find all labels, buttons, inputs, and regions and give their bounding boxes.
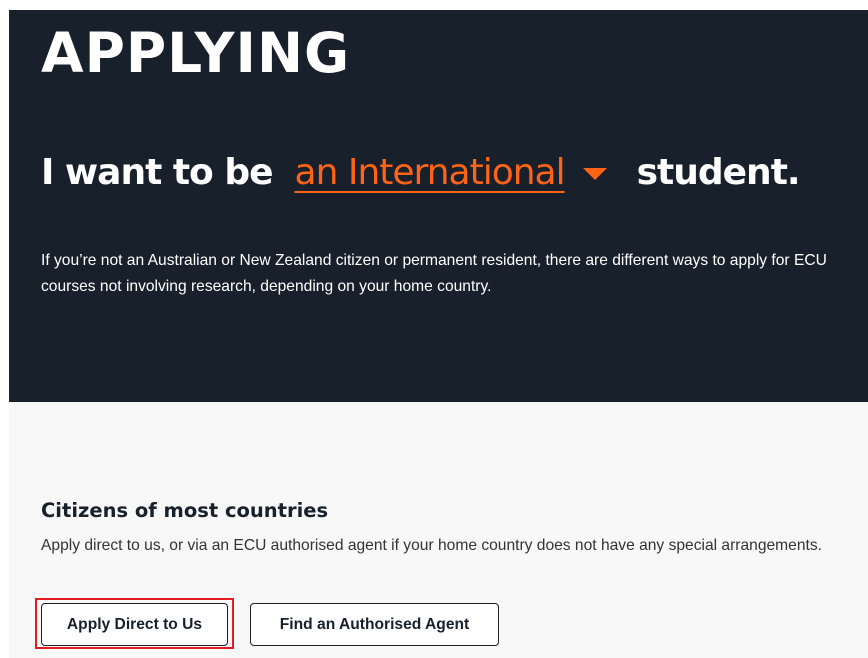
hero-banner: APPLYING I want to be an International s… bbox=[9, 10, 868, 402]
section-description: Apply direct to us, or via an ECU author… bbox=[41, 537, 822, 554]
apply-direct-button[interactable]: Apply Direct to Us bbox=[41, 603, 228, 646]
page-title: APPLYING bbox=[41, 21, 351, 85]
citizens-section: Citizens of most countries Apply direct … bbox=[9, 402, 868, 658]
section-title: Citizens of most countries bbox=[41, 499, 329, 522]
student-type-selector-line: I want to be an International student. bbox=[41, 146, 801, 198]
selector-prefix: I want to be bbox=[41, 151, 274, 193]
selector-suffix: student. bbox=[636, 151, 801, 193]
find-agent-button[interactable]: Find an Authorised Agent bbox=[250, 603, 499, 646]
student-type-value[interactable]: an International bbox=[295, 152, 566, 193]
student-type-dropdown[interactable]: an International bbox=[295, 152, 607, 193]
hero-description: If you’re not an Australian or New Zeala… bbox=[41, 252, 827, 295]
page: APPLYING I want to be an International s… bbox=[0, 0, 868, 658]
caret-down-icon[interactable] bbox=[582, 168, 607, 180]
